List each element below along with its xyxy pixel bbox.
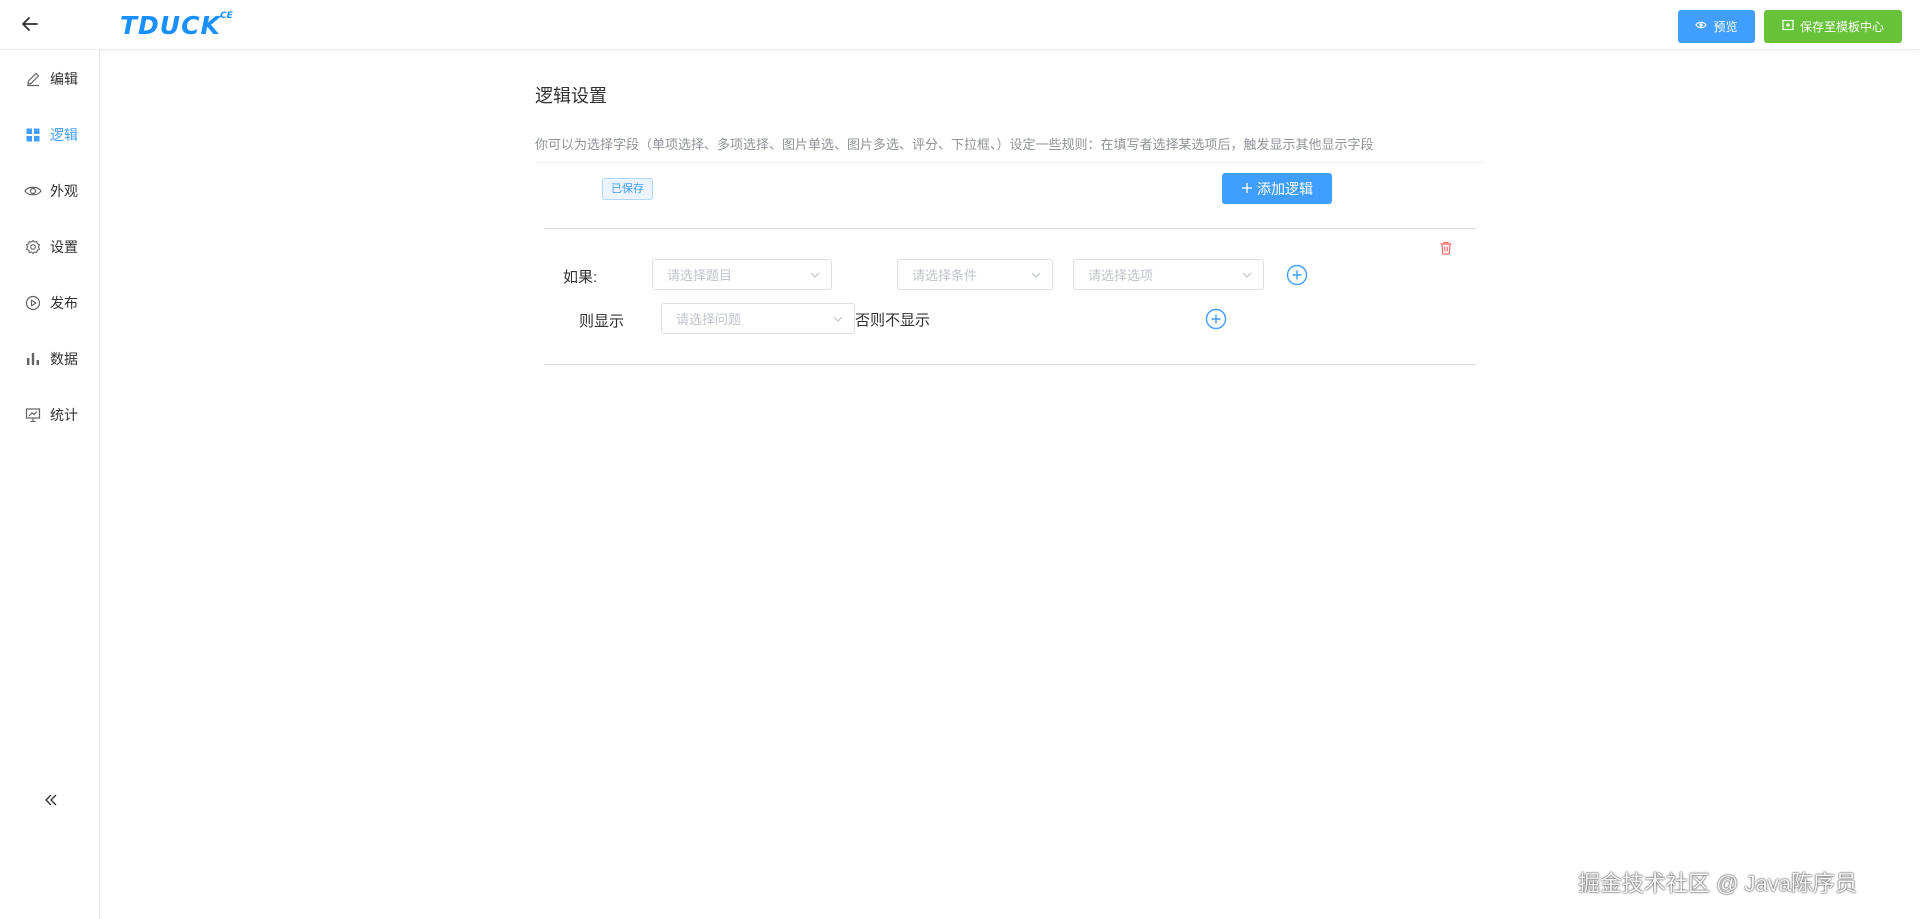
chevron-down-icon [832,313,844,325]
preview-button-label: 预览 [1713,20,1738,34]
preview-button[interactable]: 预览 [1678,10,1755,43]
save-template-button[interactable]: 保存至模板中心 [1764,10,1902,43]
add-logic-button-label: 添加逻辑 [1257,180,1313,197]
trash-icon[interactable] [1438,240,1456,258]
presentation-icon [24,406,42,424]
option-select-placeholder: 请选择选项 [1088,268,1154,283]
sidebar-item-settings[interactable]: 设置 [24,235,78,259]
sidebar-item-label: 编辑 [50,71,78,87]
edit-icon [24,70,42,88]
sidebar-item-logic[interactable]: 逻辑 [24,123,78,147]
sidebar-item-publish[interactable]: 发布 [24,291,78,315]
if-label: 如果: [563,269,598,286]
chevron-down-icon [1241,269,1253,281]
logo-superscript: CE [220,11,233,21]
sidebar-item-statistics[interactable]: 统计 [24,403,78,427]
gear-icon [24,238,42,256]
divider [535,162,1485,163]
chevron-down-icon [809,269,821,281]
grid-icon [24,126,42,144]
eye-icon [1695,19,1708,34]
plus-icon [1241,181,1253,197]
sidebar-item-label: 数据 [50,351,78,367]
sidebar-item-appearance[interactable]: 外观 [24,179,78,203]
then-show-label: 则显示 [579,313,625,330]
double-chevron-left-icon[interactable] [39,788,63,812]
sidebar-item-edit[interactable]: 编辑 [24,67,78,91]
condition-select-placeholder: 请选择条件 [912,268,978,283]
show-question-select-placeholder: 请选择问题 [676,312,742,327]
sidebar-item-label: 统计 [50,407,78,423]
question-select-placeholder: 请选择题目 [667,268,733,283]
eye-icon [24,182,42,200]
add-logic-button[interactable]: 添加逻辑 [1222,173,1332,204]
show-question-select[interactable]: 请选择问题 [661,303,855,334]
top-bar: TDUCK CE 预览 保存至模板中心 [0,0,1920,50]
sidebar-item-label: 外观 [50,183,78,199]
logo: TDUCK [120,11,221,40]
add-condition-icon[interactable] [1286,264,1308,286]
back-arrow-icon[interactable] [18,12,42,36]
add-show-question-icon[interactable] [1205,308,1227,330]
saved-status-tag: 已保存 [602,178,653,200]
else-hide-text: 否则不显示 [855,312,931,329]
save-icon [1782,19,1794,34]
page-description: 你可以为选择字段（单项选择、多项选择、图片单选、图片多选、评分、下拉框、）设定一… [535,137,1374,152]
watermark: 掘金技术社区 @ Java陈序员 [1578,871,1858,896]
chevron-down-icon [1030,269,1042,281]
condition-select[interactable]: 请选择条件 [897,259,1053,290]
option-select[interactable]: 请选择选项 [1073,259,1264,290]
question-select[interactable]: 请选择题目 [652,259,832,290]
sidebar-item-data[interactable]: 数据 [24,347,78,371]
sidebar-item-label: 逻辑 [50,127,78,143]
save-template-button-label: 保存至模板中心 [1799,20,1884,34]
bar-chart-icon [24,350,42,368]
page-title: 逻辑设置 [535,86,607,106]
sidebar-item-label: 设置 [50,239,78,255]
logic-rule-card [544,228,1476,365]
sidebar: 编辑 逻辑 外观 设置 发布 数据 统计 [0,50,100,919]
play-icon [24,294,42,312]
sidebar-item-label: 发布 [50,295,78,311]
